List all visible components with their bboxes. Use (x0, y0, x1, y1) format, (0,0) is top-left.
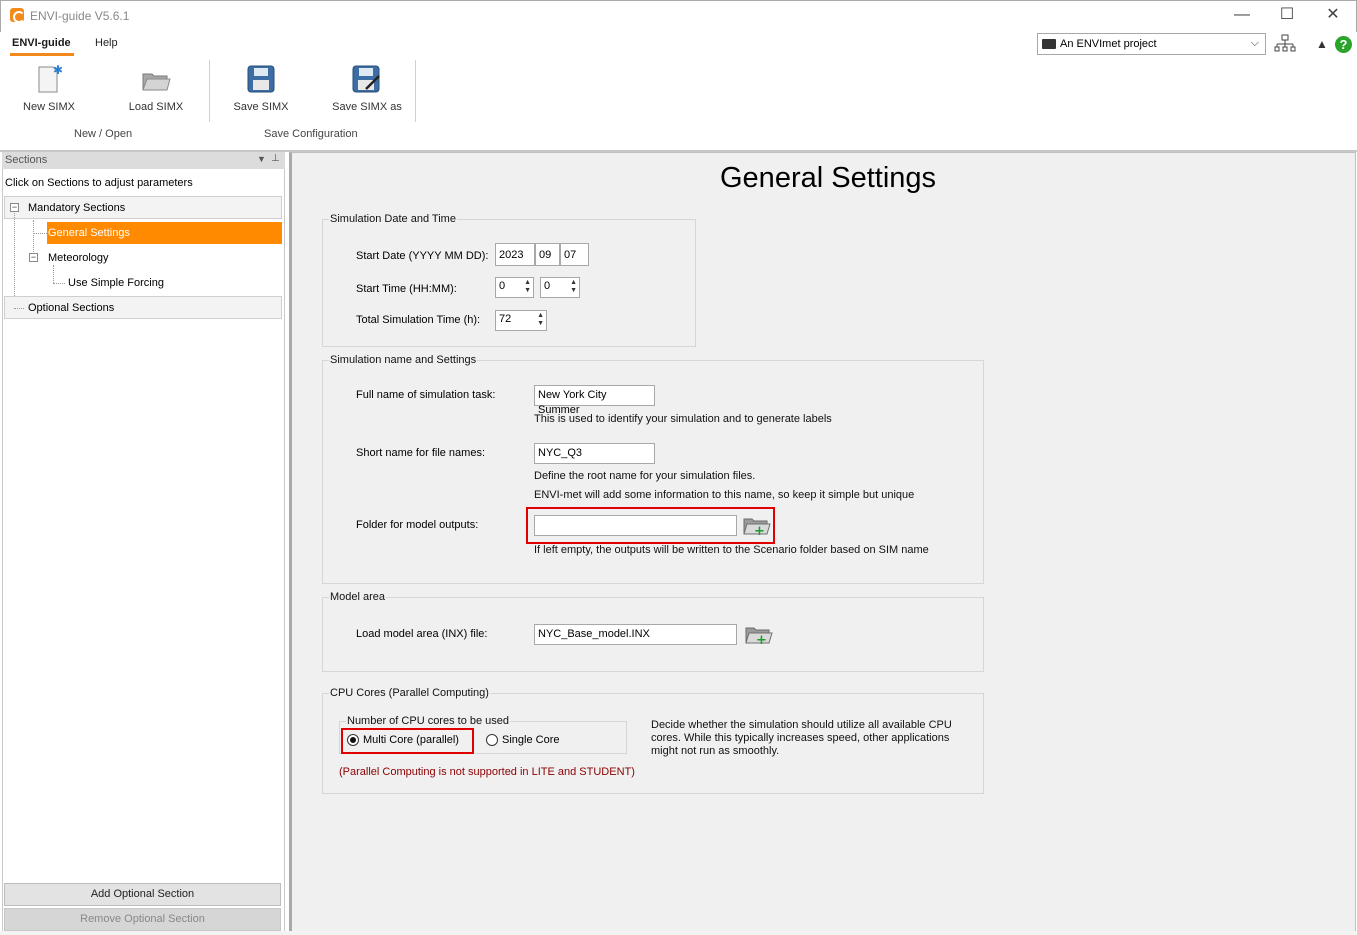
multi-core-label[interactable]: Multi Core (parallel) (363, 734, 459, 746)
model-file-label: Load model area (INX) file: (356, 628, 488, 640)
add-optional-section-button[interactable]: Add Optional Section (4, 883, 281, 906)
load-simx-label: Load SIMX (128, 101, 184, 113)
sections-panel (2, 152, 285, 935)
tree-line (33, 233, 47, 234)
collapse-icon[interactable]: − (29, 253, 38, 262)
spinner-arrows-icon[interactable]: ▲ ▼ (537, 312, 544, 328)
datetime-group-title: Simulation Date and Time (329, 213, 457, 225)
cpu-description-1: Decide whether the simulation should uti… (651, 719, 952, 731)
save-icon (247, 65, 275, 93)
pin-icon[interactable]: ⊥ (271, 153, 280, 164)
cpu-cores-subgroup-title: Number of CPU cores to be used (346, 715, 511, 727)
short-name-hint-2: ENVI-met will add some information to th… (534, 489, 915, 501)
ribbon-separator (209, 60, 210, 122)
spinner-arrows-icon[interactable]: ▲ ▼ (524, 279, 531, 295)
cpu-description-3: might not run as smoothly. (651, 745, 780, 757)
new-file-icon: ✱ (38, 64, 62, 93)
full-name-input[interactable]: New York City Summer (534, 385, 655, 416)
tab-help[interactable]: Help (95, 37, 118, 49)
start-month-field[interactable]: 09 (535, 243, 560, 266)
parallel-note: (Parallel Computing is not supported in … (339, 766, 635, 778)
start-minute-value: 0 (544, 280, 551, 292)
tree-label-optional: Optional Sections (28, 302, 115, 314)
minimize-button[interactable]: — (1219, 4, 1265, 28)
collapse-ribbon-icon[interactable]: ▲ (1316, 37, 1328, 51)
total-time-spinner[interactable]: 72 ▲ ▼ (495, 310, 547, 331)
chevron-down-icon: ⌵ (1250, 37, 1259, 49)
tree-line (14, 308, 24, 309)
app-logo-icon (10, 8, 25, 23)
model-area-group-title: Model area (329, 591, 387, 603)
bottom-edge (0, 931, 1357, 935)
project-select-value: An ENVImet project (1060, 38, 1157, 50)
new-simx-button[interactable]: ✱ New SIMX (14, 62, 84, 118)
load-simx-button[interactable]: Load SIMX (121, 62, 191, 118)
tree-line (53, 265, 54, 283)
total-time-label: Total Simulation Time (h): (356, 314, 481, 326)
cpu-group-title: CPU Cores (Parallel Computing) (329, 687, 490, 699)
title-bar (0, 0, 1357, 32)
close-button[interactable]: ✕ (1310, 4, 1356, 28)
save-simx-as-label: Save SIMX as (332, 101, 402, 113)
new-simx-label: New SIMX (23, 101, 75, 113)
spinner-arrows-icon[interactable]: ▲ ▼ (570, 279, 577, 295)
hierarchy-icon[interactable] (1274, 34, 1296, 54)
help-icon[interactable]: ? (1335, 36, 1352, 53)
sections-header-title: Sections (5, 154, 48, 166)
start-day-field[interactable]: 07 (560, 243, 589, 266)
short-name-label: Short name for file names: (356, 447, 486, 459)
window-title: ENVI-guide V5.6.1 (30, 9, 130, 23)
multi-core-radio[interactable] (347, 734, 359, 746)
maximize-button[interactable]: ☐ (1264, 4, 1310, 28)
start-hour-spinner[interactable]: 0 ▲ ▼ (495, 277, 534, 298)
output-folder-label: Folder for model outputs: (356, 519, 479, 531)
save-as-icon (352, 65, 380, 93)
output-folder-input[interactable] (534, 515, 737, 536)
remove-optional-section-button[interactable]: Remove Optional Section (4, 908, 281, 931)
svg-text:✱: ✱ (53, 64, 62, 77)
single-core-label[interactable]: Single Core (502, 734, 559, 746)
start-minute-spinner[interactable]: 0 ▲ ▼ (540, 277, 580, 298)
start-hour-value: 0 (499, 280, 506, 292)
short-name-input[interactable]: NYC_Q3 (534, 443, 655, 464)
tree-item-meteorology[interactable]: Meteorology (48, 252, 109, 264)
tree-label-mandatory: Mandatory Sections (28, 202, 126, 214)
short-name-hint-1: Define the root name for your simulation… (534, 470, 756, 482)
model-file-input[interactable]: NYC_Base_model.INX (534, 624, 737, 645)
sections-hint: Click on Sections to adjust parameters (5, 177, 193, 189)
page-title: General Settings (720, 162, 937, 194)
add-folder-icon: + (745, 627, 773, 648)
save-simx-label: Save SIMX (233, 101, 289, 113)
tab-envi-guide[interactable]: ENVI-guide (12, 37, 71, 49)
start-date-label: Start Date (YYYY MM DD): (356, 250, 489, 262)
cpu-description-2: cores. While this typically increases sp… (651, 732, 950, 744)
tree-label-general: General Settings (48, 227, 130, 239)
save-simx-button[interactable]: Save SIMX (226, 62, 296, 118)
start-year-field[interactable]: 2023 (495, 243, 535, 266)
browse-output-folder-button[interactable]: + (742, 515, 772, 539)
project-folder-icon (1042, 39, 1056, 49)
full-name-hint: This is used to identify your simulation… (534, 413, 832, 425)
output-folder-hint: If left empty, the outputs will be writt… (534, 544, 929, 556)
browse-model-file-button[interactable]: + (744, 624, 774, 648)
add-folder-icon: + (743, 518, 771, 539)
ribbon-separator (415, 60, 416, 122)
svg-text:+: + (754, 524, 765, 537)
active-tab-indicator (10, 53, 74, 56)
tree-line (53, 283, 65, 284)
tree-item-simple-forcing[interactable]: Use Simple Forcing (68, 277, 164, 289)
start-time-label: Start Time (HH:MM): (356, 283, 457, 295)
full-name-label: Full name of simulation task: (356, 389, 496, 401)
svg-text:+: + (756, 633, 767, 646)
single-core-radio[interactable] (486, 734, 498, 746)
total-time-value: 72 (499, 313, 512, 325)
group-new-open: New / Open (74, 128, 133, 140)
name-settings-group-title: Simulation name and Settings (329, 354, 478, 366)
group-save-config: Save Configuration (264, 128, 358, 140)
open-folder-icon (142, 73, 171, 91)
collapse-icon[interactable]: − (10, 203, 19, 212)
panel-dropdown-icon[interactable]: ▼ (257, 154, 266, 164)
project-select[interactable]: An ENVImet project ⌵ (1037, 33, 1266, 55)
save-simx-as-button[interactable]: Save SIMX as (332, 62, 402, 118)
